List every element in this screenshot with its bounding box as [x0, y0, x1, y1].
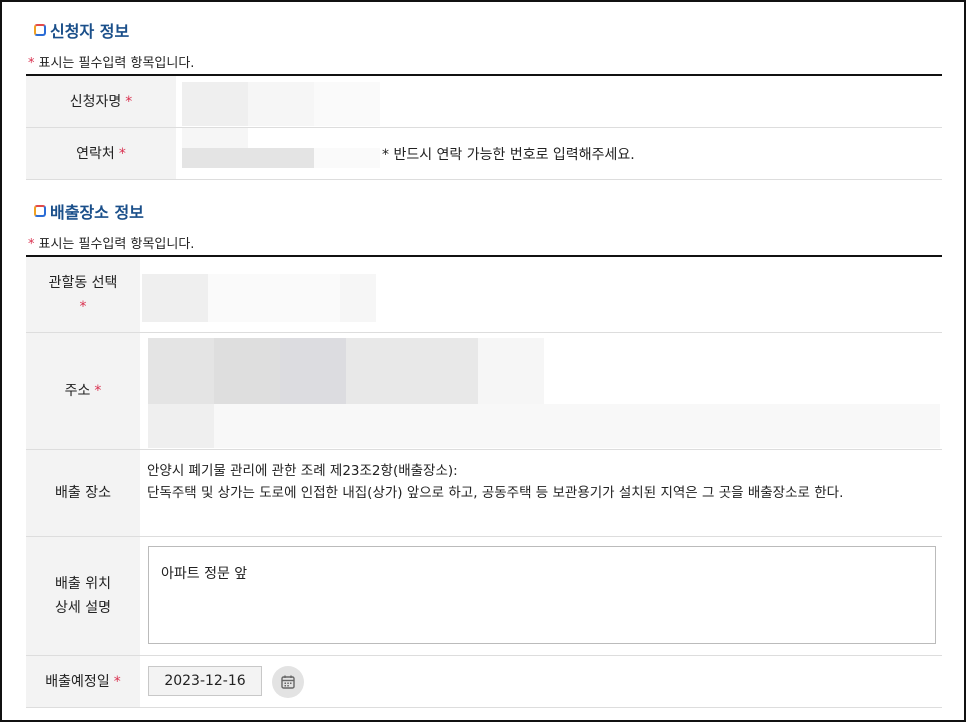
calendar-button[interactable]: [272, 666, 304, 698]
section-square-icon: [34, 24, 46, 36]
applicant-contact-row: 연락처 * * 반드시 연락 가능한 번호로 입력해주세요.: [26, 128, 942, 180]
district-label: 관할동 선택 *: [26, 257, 140, 332]
applicant-contact-label: 연락처 *: [26, 128, 176, 179]
form-frame: 신청자 정보 *표시는 필수입력 항목입니다. 신청자명* 연락처* *: [0, 0, 966, 722]
applicant-name-label: 신청자명 *: [26, 76, 176, 127]
calendar-icon: [281, 675, 295, 689]
detail-row: 배출 위치 상세 설명 아파트 정문 앞: [26, 537, 942, 656]
place-label: 배출 장소: [26, 450, 140, 536]
contact-input[interactable]: [182, 128, 382, 170]
applicant-name-input[interactable]: [176, 82, 381, 126]
applicant-table: 신청자명 * 연락처 * * 반드시 연락 가능한 번호로 입력해주세요.: [26, 74, 942, 180]
location-table: 관할동 선택 * 주소 * 배출 장소 안양시 폐기물 관리에 관한 조례 제2…: [26, 255, 942, 709]
district-select[interactable]: [142, 274, 382, 322]
applicant-section-title: 신청자 정보: [34, 18, 129, 42]
required-note: * 표시는 필수입력 항목입니다.: [28, 56, 195, 71]
location-section-title: 배출장소 정보: [34, 199, 144, 223]
date-row: 배출예정일 * 2023-12-16: [26, 656, 942, 708]
section-square-icon: [34, 205, 46, 217]
detail-textarea[interactable]: 아파트 정문 앞: [148, 546, 936, 644]
detail-label: 배출 위치 상세 설명: [26, 537, 140, 655]
address-label: 주소 *: [26, 333, 140, 449]
place-row: 배출 장소 안양시 폐기물 관리에 관한 조례 제23조2항(배출장소): 단독…: [26, 450, 942, 537]
district-row: 관할동 선택 *: [26, 257, 942, 333]
place-description: 안양시 폐기물 관리에 관한 조례 제23조2항(배출장소): 단독주택 및 상…: [147, 463, 844, 501]
date-label: 배출예정일 *: [26, 656, 140, 707]
applicant-name-row: 신청자명 *: [26, 76, 942, 128]
required-note: * 표시는 필수입력 항목입니다.: [28, 237, 195, 252]
address-input[interactable]: [148, 338, 940, 448]
date-input[interactable]: 2023-12-16: [148, 666, 262, 696]
address-row: 주소 *: [26, 333, 942, 450]
contact-hint: * 반드시 연락 가능한 번호로 입력해주세요.: [382, 147, 635, 163]
